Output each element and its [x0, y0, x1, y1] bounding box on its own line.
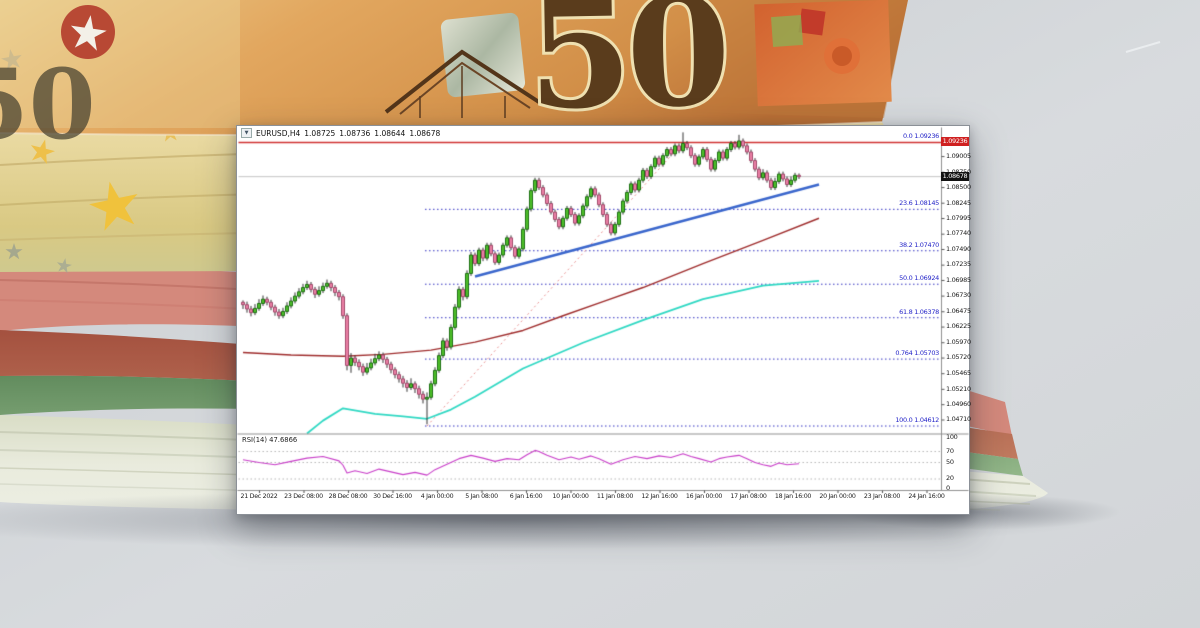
- chart-high-value: 1.08736: [339, 129, 370, 138]
- chart-symbol-timeframe: EURUSD,H4: [256, 129, 300, 138]
- rsi-indicator-label: RSI(14) 47.6866: [242, 436, 297, 444]
- banknote-50-numeral: 50: [526, 0, 726, 143]
- promo-image: { "background": { "big_fifty": "50", "ed…: [0, 0, 1200, 628]
- chart-low-value: 1.08644: [374, 129, 405, 138]
- chart-dropdown-icon[interactable]: ▼: [241, 128, 252, 138]
- chart-title: ▼ EURUSD,H4 1.08725 1.08736 1.08644 1.08…: [241, 128, 440, 138]
- mt4-chart-window[interactable]: ▼ EURUSD,H4 1.08725 1.08736 1.08644 1.08…: [236, 125, 970, 515]
- chart-open-value: 1.08725: [304, 129, 335, 138]
- price-chart-canvas[interactable]: [237, 126, 969, 514]
- banknote-edge-numeral: 50: [0, 48, 96, 161]
- chart-close-value: 1.08678: [409, 129, 440, 138]
